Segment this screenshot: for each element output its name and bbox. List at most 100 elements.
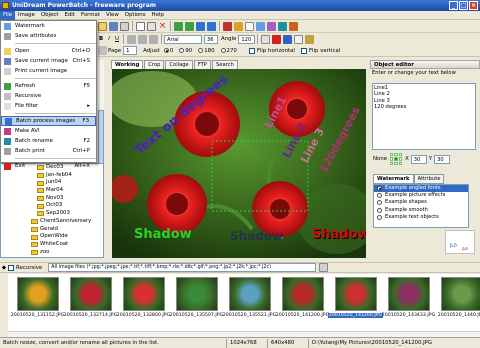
undo-icon[interactable] — [196, 21, 205, 31]
file-filter-select[interactable]: All image files (*.jpg;*.jpeg;*.jpe;*.ti… — [48, 263, 317, 272]
recursive-checkbox[interactable] — [8, 264, 14, 271]
file-menu-make-avi[interactable]: Make AVI — [1, 126, 96, 136]
text-color-icon[interactable] — [272, 34, 282, 44]
thumbnail-item[interactable]: 20010520_1440.JPG — [434, 276, 480, 328]
file-menu-print-current-image[interactable]: Print current image — [1, 66, 96, 76]
tree-folder-item[interactable]: Oct03 — [1, 202, 103, 210]
watermark-radio[interactable] — [377, 200, 382, 206]
italic-button[interactable]: I — [105, 36, 113, 42]
thumbnail-item[interactable]: 20010520_135521.JPG — [222, 276, 277, 328]
file-menu-batch-print[interactable]: Batch print Ctrl+P — [1, 146, 96, 156]
tab-search[interactable]: Search — [211, 60, 238, 69]
rotation-option-0[interactable]: 0 — [163, 48, 173, 54]
x-input[interactable]: 30 — [410, 154, 427, 164]
shadow-text-mid[interactable]: Shadow — [230, 229, 283, 243]
thumbnail-item[interactable]: 20010520_143433.JPG — [381, 276, 436, 328]
align-right-icon[interactable] — [149, 34, 158, 44]
tree-folder-item[interactable]: Mar04 — [1, 187, 103, 195]
outline-color-icon[interactable] — [283, 34, 293, 44]
shadow-text-red[interactable]: Shadow — [312, 227, 366, 242]
tree-folder-item[interactable]: Jan-feb04 — [1, 172, 103, 180]
bold-button[interactable]: B — [97, 36, 105, 42]
menu-help[interactable]: Help — [149, 11, 167, 20]
menu-object[interactable]: Object — [38, 11, 62, 20]
rotation-option-90[interactable]: 90 — [179, 48, 192, 54]
file-menu-save-current-image[interactable]: Save current image Ctrl+S — [1, 56, 96, 66]
tree-folder-item[interactable]: zoo — [1, 249, 103, 257]
watermark-tab-attribute[interactable]: Attribute — [413, 174, 445, 184]
tab-ftp[interactable]: FTP — [193, 60, 211, 69]
save-icon[interactable] — [109, 21, 118, 31]
thumbnail-item[interactable]: 20010520_131152.JPG — [10, 276, 65, 328]
fill-color-icon[interactable] — [261, 34, 271, 44]
menu-options[interactable]: Options — [122, 11, 149, 20]
rotation-radio[interactable] — [179, 48, 185, 53]
delete-icon[interactable]: × — [158, 21, 167, 31]
file-menu-open[interactable]: Open Ctrl+O — [1, 46, 96, 56]
menu-image[interactable]: Image — [15, 11, 38, 20]
menu-file[interactable]: File — [0, 10, 16, 20]
effects-icon[interactable] — [267, 21, 276, 31]
file-menu-exit[interactable]: Exit Alt+X — [1, 161, 96, 171]
menu-edit[interactable]: Edit — [61, 11, 77, 20]
text-tool-icon[interactable] — [223, 21, 232, 31]
rotation-radio[interactable] — [198, 48, 204, 53]
watermark-radio[interactable] — [377, 193, 382, 199]
watermark-radio[interactable] — [377, 207, 382, 213]
tree-folder-item[interactable]: Jun04 — [1, 179, 103, 187]
tree-folder-item[interactable]: Sep2003 — [1, 210, 103, 218]
shadow-icon[interactable] — [294, 34, 304, 44]
angle-input[interactable]: 120 — [238, 34, 256, 44]
thumbnail-item[interactable]: 20010520_141200.JPG — [275, 276, 330, 328]
thumbnail-item[interactable]: 20010520_132714.JPG — [63, 276, 118, 328]
zoom-icon[interactable] — [256, 21, 265, 31]
flip-horizontal-checkbox[interactable] — [248, 47, 255, 54]
shadow-text-green[interactable]: Shadow — [134, 227, 192, 242]
watermark-list-item[interactable]: Example picture effects — [374, 192, 468, 199]
position-grid[interactable] — [390, 153, 403, 165]
align-center-icon[interactable] — [138, 34, 147, 44]
file-menu-batch-process-images[interactable]: Batch process images F3 — [1, 116, 96, 126]
flip-vertical-checkbox[interactable] — [300, 47, 307, 54]
underline-button[interactable]: U — [113, 36, 121, 42]
watermark-list-item[interactable]: Example angled fonts — [374, 185, 468, 193]
rotation-radio[interactable] — [163, 48, 169, 53]
file-menu-watermark[interactable]: Watermark — [1, 21, 96, 31]
maximize-button[interactable]: □ — [459, 1, 468, 10]
tree-folder-item[interactable]: WhiteCoat — [1, 241, 103, 249]
object-text-editor[interactable]: Line1 Line 2 Line 3 120 degrees — [372, 83, 476, 150]
paste-icon[interactable] — [147, 21, 156, 31]
menu-format[interactable]: Format — [78, 11, 103, 20]
rotation-option-270[interactable]: 270 — [220, 48, 237, 54]
watermark-list-item[interactable]: Example smooth — [374, 207, 468, 214]
menu-view[interactable]: View — [103, 11, 122, 20]
tree-folder-item[interactable]: ChentSanniversary — [1, 218, 103, 226]
tree-folder-item[interactable]: Nov03 — [1, 195, 103, 203]
file-menu-file-filter[interactable]: File filter ▸ — [1, 101, 96, 111]
y-input[interactable]: 30 — [434, 154, 451, 164]
copy-icon[interactable] — [136, 21, 145, 31]
watermark-list-item[interactable]: Example text objects — [374, 214, 468, 221]
thumbnail-item[interactable]: 20010520_132800.JPG — [116, 276, 171, 328]
file-menu-recursive[interactable]: Recursive — [1, 91, 96, 101]
select-tool-icon[interactable] — [245, 21, 254, 31]
file-menu-refresh[interactable]: Refresh F5 — [1, 81, 96, 91]
filter-dropdown-icon[interactable] — [319, 263, 329, 272]
print-icon[interactable] — [120, 21, 129, 31]
thumbnail-item[interactable]: 20010520_141200.JPG — [328, 276, 383, 328]
crop-icon[interactable] — [289, 21, 298, 31]
align-left-icon[interactable] — [127, 34, 136, 44]
file-menu-batch-rename[interactable]: Batch rename F2 — [1, 136, 96, 146]
page-input[interactable]: 1 — [123, 46, 138, 55]
watermark-list-item[interactable]: Example shapes — [374, 199, 468, 206]
opacity-icon[interactable] — [305, 34, 315, 44]
redo-icon[interactable] — [207, 21, 216, 31]
open-folder-icon[interactable] — [98, 21, 107, 31]
rotation-radio[interactable] — [220, 48, 226, 53]
rotate-left-icon[interactable] — [174, 21, 183, 31]
resize-icon[interactable] — [278, 21, 287, 31]
watermark-radio[interactable] — [377, 214, 382, 220]
close-button[interactable]: × — [469, 1, 478, 10]
shape-tool-icon[interactable] — [234, 21, 243, 31]
image-canvas[interactable]: Text on degrees Line1 Line 2 Line 3 120d… — [112, 69, 366, 258]
